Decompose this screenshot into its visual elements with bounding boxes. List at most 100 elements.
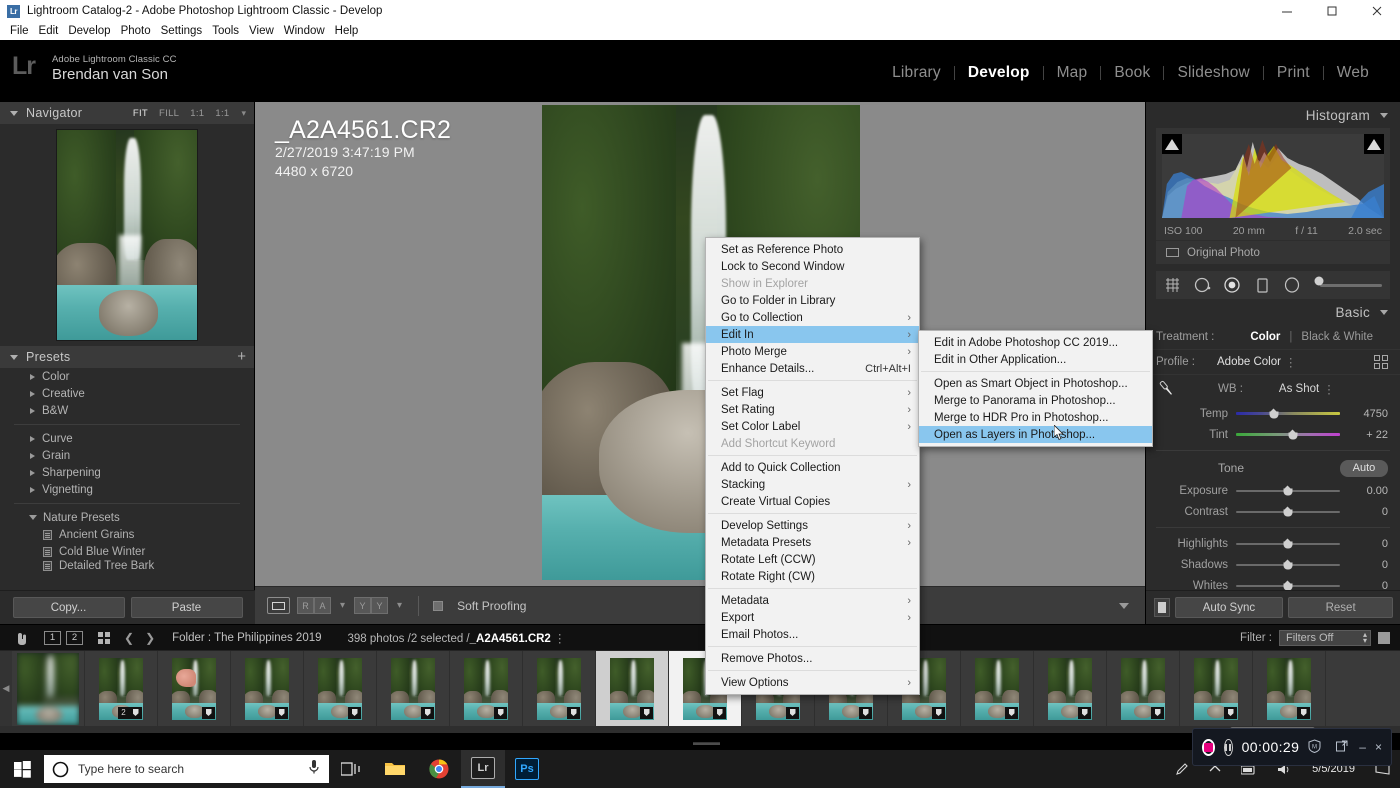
ctx-view-options[interactable]: View Options › — [706, 674, 919, 691]
preset-group-curve[interactable]: Curve — [0, 430, 254, 447]
menu-edit[interactable]: Edit — [34, 24, 64, 38]
profile-dropdown-icon[interactable]: ⋮ — [1285, 355, 1297, 369]
module-slideshow[interactable]: Slideshow — [1164, 64, 1262, 82]
zoom-fit[interactable]: FIT — [133, 108, 148, 119]
soft-proofing-checkbox[interactable] — [433, 600, 444, 611]
filmstrip-item[interactable] — [450, 650, 523, 727]
module-web[interactable]: Web — [1324, 64, 1382, 82]
treatment-color-option[interactable]: Color — [1250, 331, 1280, 343]
preset-group-color[interactable]: Color — [0, 368, 254, 385]
highlights-slider[interactable] — [1236, 538, 1340, 548]
preset-group-vignetting[interactable]: Vignetting — [0, 481, 254, 498]
ya-buttons[interactable]: Y Y — [354, 597, 389, 614]
screen-1-button[interactable]: 1 — [44, 630, 61, 645]
ctx-set-flag[interactable]: Set Flag › — [706, 384, 919, 401]
auto-sync-button[interactable]: Auto Sync — [1174, 597, 1284, 618]
panel-resize-handle[interactable]: ▬▬▬ — [693, 737, 720, 747]
forward-arrow-icon[interactable]: ❯ — [145, 631, 155, 645]
shadows-slider[interactable] — [1236, 559, 1340, 569]
screen-2-button[interactable]: 2 — [66, 630, 83, 645]
menu-settings[interactable]: Settings — [156, 24, 208, 38]
ctx-set-color-label[interactable]: Set Color Label › — [706, 418, 919, 435]
basic-header[interactable]: Basic — [1146, 299, 1400, 325]
presets-header[interactable]: Presets + — [0, 346, 254, 368]
filmstrip-item[interactable] — [961, 650, 1034, 727]
filter-select[interactable]: Filters Off ▴ ▾ — [1279, 629, 1371, 646]
auto-tone-button[interactable]: Auto — [1340, 459, 1388, 477]
task-view-icon[interactable] — [329, 750, 373, 788]
navigator-preview[interactable] — [56, 129, 198, 341]
ctx-create-virtual-copies[interactable]: Create Virtual Copies — [706, 493, 919, 510]
taskbar-app-photoshop[interactable]: Ps — [505, 750, 549, 788]
pause-icon[interactable] — [1224, 738, 1233, 756]
histogram-panel[interactable]: ISO 100 20 mm f / 11 2.0 sec — [1156, 128, 1390, 240]
windows-start-icon[interactable] — [0, 750, 44, 788]
temp-slider[interactable] — [1236, 408, 1340, 418]
preset-group-sharpening[interactable]: Sharpening — [0, 464, 254, 481]
ctx-remove-photos[interactable]: Remove Photos... — [706, 650, 919, 667]
close-button[interactable] — [1355, 0, 1400, 22]
ctx-develop-settings[interactable]: Develop Settings › — [706, 517, 919, 534]
menu-view[interactable]: View — [244, 24, 279, 38]
filmstrip-item[interactable]: 2 — [85, 650, 158, 727]
toolbar-collapse-icon[interactable] — [1119, 602, 1129, 609]
filmstrip-item[interactable] — [1034, 650, 1107, 727]
minimize-button[interactable] — [1265, 0, 1310, 22]
dropdown-dot-icon[interactable]: ▾ — [340, 600, 345, 611]
chrome-icon[interactable] — [417, 750, 461, 788]
reset-button[interactable]: Reset — [1288, 597, 1394, 618]
filmstrip-item[interactable] — [1107, 650, 1180, 727]
paste-button[interactable]: Paste — [130, 597, 243, 618]
zoom-1to1[interactable]: 1:1 — [190, 108, 204, 119]
exposure-slider[interactable] — [1236, 485, 1340, 495]
profile-value[interactable]: Adobe Color — [1217, 356, 1281, 368]
redeye-correction-icon[interactable] — [1224, 276, 1241, 294]
menu-file[interactable]: File — [5, 24, 34, 38]
submenu-merge-to-hdr-pro[interactable]: Merge to HDR Pro in Photoshop... — [919, 409, 1152, 426]
ctx-email-photos[interactable]: Email Photos... — [706, 626, 919, 643]
filter-panel-icon[interactable] — [1378, 631, 1390, 644]
submenu-open-as-smart-object[interactable]: Open as Smart Object in Photoshop... — [919, 375, 1152, 392]
filmstrip-item[interactable] — [377, 650, 450, 727]
filmstrip-item[interactable] — [12, 650, 85, 727]
menu-window[interactable]: Window — [279, 24, 330, 38]
filmstrip-item[interactable] — [523, 650, 596, 727]
original-photo-row[interactable]: Original Photo — [1156, 240, 1390, 264]
before-after-buttons[interactable]: R A — [297, 597, 331, 614]
zoom-stepper-icon[interactable]: ▾ — [241, 108, 246, 119]
preset-item-ancient-grains[interactable]: Ancient Grains — [0, 526, 254, 543]
grid-view-icon[interactable] — [98, 631, 110, 644]
taskbar-search[interactable]: Type here to search — [44, 755, 329, 783]
recorder-close-button[interactable]: × — [1375, 740, 1382, 754]
brush-amount-slider[interactable] — [1314, 276, 1382, 287]
contrast-slider[interactable] — [1236, 506, 1340, 516]
source-folder-label[interactable]: Folder : The Philippines 2019 — [172, 632, 321, 644]
filmstrip-item[interactable] — [1253, 650, 1326, 727]
filmstrip-item[interactable] — [304, 650, 377, 727]
popout-icon[interactable] — [1336, 740, 1348, 755]
submenu-merge-to-panorama[interactable]: Merge to Panorama in Photoshop... — [919, 392, 1152, 409]
menu-help[interactable]: Help — [330, 24, 364, 38]
menu-photo[interactable]: Photo — [116, 24, 156, 38]
module-library[interactable]: Library — [879, 64, 954, 82]
white-balance-selector-icon[interactable] — [1156, 378, 1178, 400]
tint-slider[interactable] — [1236, 429, 1340, 439]
preset-group-grain[interactable]: Grain — [0, 447, 254, 464]
back-arrow-icon[interactable]: ❮ — [124, 631, 134, 645]
identity-plate[interactable]: Adobe Lightroom Classic CC Brendan van S… — [52, 54, 177, 83]
highlight-clipping-icon[interactable] — [1364, 134, 1384, 154]
ctx-rotate-left[interactable]: Rotate Left (CCW) — [706, 551, 919, 568]
shadow-clipping-icon[interactable] — [1162, 134, 1182, 154]
navigator-header[interactable]: Navigator FIT FILL 1:1 1:1 ▾ — [0, 102, 254, 124]
ctx-enhance-details[interactable]: Enhance Details... Ctrl+Alt+I — [706, 360, 919, 377]
recorder-minimize-button[interactable]: – — [1359, 740, 1366, 754]
profile-browser-icon[interactable] — [1374, 355, 1388, 369]
ctx-metadata[interactable]: Metadata › — [706, 592, 919, 609]
ctx-rotate-right[interactable]: Rotate Right (CW) — [706, 568, 919, 585]
ctx-go-to-folder-in-library[interactable]: Go to Folder in Library — [706, 292, 919, 309]
record-icon[interactable] — [1202, 738, 1215, 756]
maximize-button[interactable] — [1310, 0, 1355, 22]
add-preset-icon[interactable]: + — [237, 349, 246, 364]
filmstrip-scroll-left[interactable]: ◀ — [0, 650, 12, 727]
ctx-photo-merge[interactable]: Photo Merge › — [706, 343, 919, 360]
